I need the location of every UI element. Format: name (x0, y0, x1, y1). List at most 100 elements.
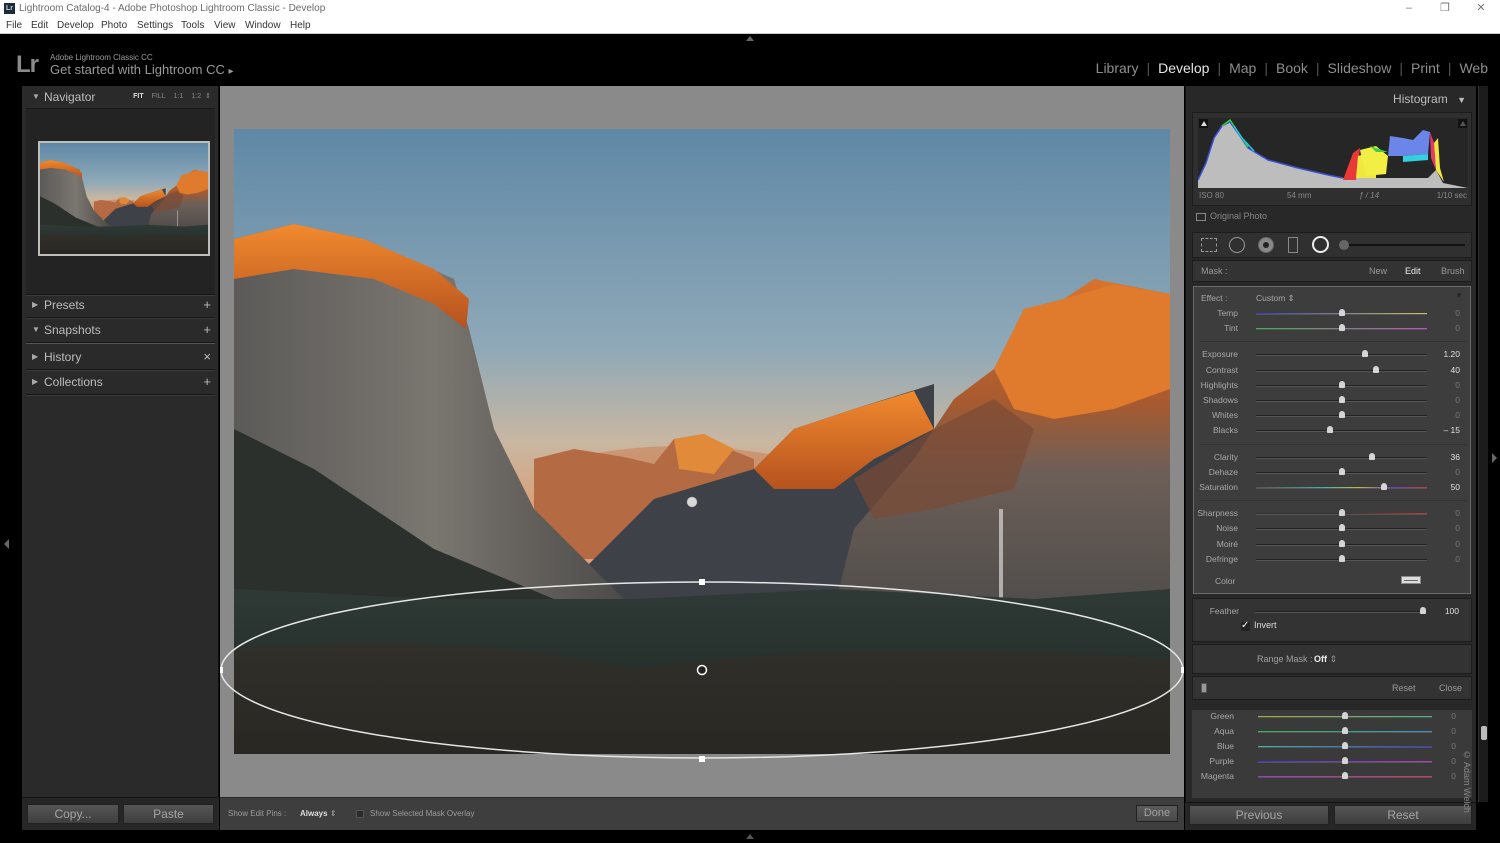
slider-knob[interactable] (1338, 396, 1345, 403)
collapse-top-panel-icon[interactable] (746, 36, 754, 41)
slider-knob[interactable] (1338, 309, 1345, 316)
module-print[interactable]: Print (1411, 60, 1440, 76)
shadow-clipping-toggle[interactable] (1199, 119, 1208, 128)
restore-button[interactable]: ❐ (1428, 0, 1462, 18)
navigator-header[interactable]: ▼ Navigator FIT FILL 1:1 1:2 ⇕ (26, 86, 215, 108)
slider-blue[interactable]: Blue 0 (1192, 740, 1470, 754)
slider-knob[interactable] (1369, 452, 1376, 460)
slider-dehaze[interactable]: Dehaze 0 (1194, 466, 1472, 480)
slider-track[interactable] (1256, 487, 1427, 489)
menu-tools[interactable]: Tools (181, 18, 204, 33)
module-library[interactable]: Library (1096, 60, 1139, 76)
navigator-thumbnail[interactable] (38, 141, 210, 256)
add-preset-icon[interactable]: + (203, 294, 211, 316)
histogram-header[interactable]: Histogram ▼ (1393, 92, 1466, 106)
show-edit-pins-select[interactable]: Always ⇕ (300, 798, 337, 830)
slider-defringe[interactable]: Defringe 0 (1194, 553, 1472, 567)
slider-knob[interactable] (1381, 483, 1388, 490)
slider-knob[interactable] (1326, 426, 1333, 434)
get-started-link[interactable]: Get started with Lightroom CC ▸ (50, 62, 234, 77)
previous-button[interactable]: Previous (1189, 805, 1329, 825)
done-button[interactable]: Done (1136, 805, 1178, 822)
slider-tint[interactable]: Tint 0 (1194, 322, 1472, 336)
radial-filter-bottom-handle[interactable] (699, 756, 705, 762)
slider-whites[interactable]: Whites 0 (1194, 409, 1472, 423)
slider-purple[interactable]: Purple 0 (1192, 755, 1470, 769)
color-swatch[interactable] (1401, 576, 1421, 584)
slider-knob[interactable] (1338, 380, 1345, 388)
paste-settings-button[interactable]: Paste (123, 804, 214, 824)
crop-tool-icon[interactable] (1201, 238, 1217, 252)
slider-magenta[interactable]: Magenta 0 (1192, 770, 1470, 784)
effect-preset-select[interactable]: Custom ⇕ (1256, 293, 1295, 304)
menu-window[interactable]: Window (245, 18, 281, 33)
slider-knob[interactable] (1342, 742, 1348, 749)
slider-track[interactable] (1256, 354, 1427, 357)
radial-filter-left-handle[interactable] (220, 667, 223, 673)
close-button[interactable]: ✕ (1464, 0, 1498, 18)
slider-knob[interactable] (1338, 324, 1345, 332)
original-photo-toggle[interactable]: Original Photo (1196, 211, 1267, 221)
mask-edit-button[interactable]: Edit (1405, 261, 1421, 281)
slider-knob[interactable] (1420, 607, 1426, 614)
module-slideshow[interactable]: Slideshow (1328, 60, 1392, 76)
mask-brush-button[interactable]: Brush (1441, 261, 1465, 281)
copy-settings-button[interactable]: Copy... (27, 804, 119, 824)
zoom-1-2[interactable]: 1:2 (191, 93, 201, 100)
feather-slider[interactable]: Feather 100 (1193, 605, 1471, 619)
slider-highlights[interactable]: Highlights 0 (1194, 379, 1472, 393)
add-snapshot-icon[interactable]: + (203, 319, 211, 341)
slider-aqua[interactable]: Aqua 0 (1192, 725, 1470, 739)
slider-knob[interactable] (1362, 350, 1369, 358)
slider-blacks[interactable]: Blacks – 15 (1194, 424, 1472, 438)
slider-knob[interactable] (1342, 757, 1348, 764)
collapse-left-panel-icon[interactable] (4, 539, 9, 549)
menu-develop[interactable]: Develop (57, 18, 94, 33)
zoom-1-1[interactable]: 1:1 (174, 93, 184, 100)
slider-knob[interactable] (1338, 524, 1345, 532)
reset-all-button[interactable]: Reset (1334, 805, 1472, 825)
menu-view[interactable]: View (214, 18, 236, 33)
slider-knob[interactable] (1342, 712, 1348, 719)
slider-contrast[interactable]: Contrast 40 (1194, 364, 1472, 378)
slider-track[interactable] (1256, 456, 1427, 459)
effect-collapse-icon[interactable]: ▼ (1455, 291, 1463, 300)
slider-clarity[interactable]: Clarity 36 (1194, 451, 1472, 465)
histogram-graph[interactable] (1197, 118, 1468, 188)
mask-new-button[interactable]: New (1369, 261, 1387, 281)
brush-slider-track[interactable] (1343, 244, 1465, 246)
slider-green[interactable]: Green 0 (1192, 710, 1470, 724)
menu-photo[interactable]: Photo (101, 18, 127, 33)
scrollbar-thumb[interactable] (1481, 726, 1487, 740)
module-develop[interactable]: Develop (1158, 60, 1209, 76)
slider-knob[interactable] (1372, 365, 1379, 373)
add-collection-icon[interactable]: + (203, 371, 211, 393)
image-canvas[interactable] (220, 86, 1184, 797)
slider-saturation[interactable]: Saturation 50 (1194, 481, 1472, 495)
radial-filter-icon[interactable] (1312, 236, 1329, 253)
highlight-clipping-toggle[interactable] (1458, 119, 1467, 128)
range-mask-select[interactable]: Off ⇕ (1314, 645, 1337, 673)
slider-track[interactable] (1256, 369, 1427, 372)
red-eye-tool-icon[interactable] (1258, 237, 1274, 253)
radial-filter-overlay[interactable] (220, 86, 1184, 797)
slider-noise[interactable]: Noise 0 (1194, 522, 1472, 536)
navigator-preview[interactable] (26, 108, 215, 294)
collapse-right-panel-icon[interactable] (1492, 453, 1497, 463)
module-web[interactable]: Web (1459, 60, 1488, 76)
slider-knob[interactable] (1338, 539, 1345, 547)
snapshots-header[interactable]: ▼ Snapshots + (26, 319, 215, 341)
slider-shadows[interactable]: Shadows 0 (1194, 394, 1472, 408)
menu-help[interactable]: Help (290, 18, 311, 33)
close-mask-button[interactable]: Close (1439, 677, 1462, 699)
invert-checkbox[interactable]: ✓ Invert (1241, 620, 1277, 631)
slider-knob[interactable] (1342, 772, 1348, 779)
slider-temp[interactable]: Temp 0 (1194, 307, 1472, 321)
slider-exposure[interactable]: Exposure 1.20 (1194, 348, 1472, 362)
slider-knob[interactable] (1338, 411, 1345, 419)
collapse-filmstrip-icon[interactable] (746, 834, 754, 839)
slider-knob[interactable] (1342, 727, 1348, 734)
slider-sharpness[interactable]: Sharpness 0 (1194, 507, 1472, 521)
radial-filter-right-handle[interactable] (1181, 667, 1184, 673)
slider-knob[interactable] (1338, 467, 1345, 475)
